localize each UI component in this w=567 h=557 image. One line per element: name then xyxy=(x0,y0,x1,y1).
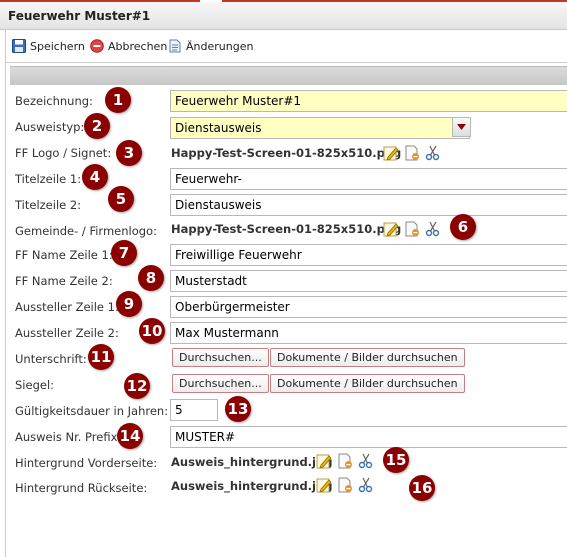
titelzeile2-label: Titelzeile 2: xyxy=(15,198,82,212)
siegel-browse-button[interactable]: Durchsuchen... xyxy=(172,374,269,393)
chevron-down-icon xyxy=(457,124,466,130)
edit-icon[interactable] xyxy=(383,221,399,237)
annotation-badge: 7 xyxy=(111,240,137,266)
document-icon xyxy=(169,39,181,53)
edit-icon[interactable] xyxy=(383,145,399,161)
bg-front-filename: Ausweis_hintergrund.jpg xyxy=(171,455,333,469)
toolbar: Speichern Abbrechen Änderungen xyxy=(5,30,567,62)
annotation-badge: 4 xyxy=(82,164,108,190)
floppy-disk-icon xyxy=(12,39,26,53)
ausweistyp-select[interactable]: Dienstausweis xyxy=(170,117,470,139)
titelzeile1-input[interactable]: Feuerwehr- xyxy=(170,168,567,190)
annotation-badge: 9 xyxy=(116,291,142,317)
edit-icon[interactable] xyxy=(316,477,332,493)
annotation-badge: 10 xyxy=(139,318,165,344)
window-title: Feuerwehr Muster#1 xyxy=(8,9,151,23)
scissors-icon[interactable] xyxy=(358,453,374,469)
unterschrift-browse-button[interactable]: Durchsuchen... xyxy=(172,348,269,367)
prefix-input[interactable]: MUSTER# xyxy=(170,426,567,448)
scissors-icon[interactable] xyxy=(425,145,441,161)
changes-button-label: Änderungen xyxy=(186,39,254,53)
annotation-badge: 14 xyxy=(117,423,143,449)
bg-back-filename: Ausweis_hintergrund.jpg xyxy=(171,479,333,493)
annotation-badge: 6 xyxy=(450,214,476,240)
unterschrift-documents-button[interactable]: Dokumente / Bilder durchsuchen xyxy=(270,348,465,367)
scissors-icon[interactable] xyxy=(358,477,374,493)
ff-logo-label: FF Logo / Signet: xyxy=(15,146,112,160)
unterschrift-label: Unterschrift: xyxy=(15,352,87,366)
annotation-badge: 12 xyxy=(124,373,150,399)
delete-file-icon[interactable] xyxy=(337,453,353,469)
cancel-icon xyxy=(90,39,104,53)
bg-back-label: Hintergrund Rückseite: xyxy=(15,481,148,495)
ff-name2-input[interactable]: Musterstadt xyxy=(170,270,567,292)
aussteller1-input[interactable]: Oberbürgermeister xyxy=(170,296,567,318)
cancel-button-label: Abbrechen xyxy=(108,39,168,53)
form-header-strip xyxy=(10,66,567,85)
annotation-badge: 15 xyxy=(383,447,409,473)
titelzeile2-input[interactable]: Dienstausweis xyxy=(170,194,567,216)
annotation-badge: 11 xyxy=(88,344,114,370)
delete-file-icon[interactable] xyxy=(337,477,353,493)
window-titlebar: Feuerwehr Muster#1 xyxy=(0,2,567,30)
annotation-badge: 16 xyxy=(409,475,435,501)
gueltigkeit-input[interactable]: 5 xyxy=(170,399,218,421)
annotation-badge: 13 xyxy=(225,396,251,422)
delete-file-icon[interactable] xyxy=(404,221,420,237)
ausweistyp-label: Ausweistyp: xyxy=(15,120,85,134)
aussteller1-label: Aussteller Zeile 1: xyxy=(15,300,119,314)
titelzeile1-label: Titelzeile 1: xyxy=(15,172,82,186)
edit-icon[interactable] xyxy=(316,453,332,469)
cancel-button[interactable]: Abbrechen xyxy=(90,38,167,54)
prefix-label: Ausweis Nr. Prefix: xyxy=(15,430,122,444)
delete-file-icon[interactable] xyxy=(404,145,420,161)
gueltigkeit-label: Gültigkeitsdauer in Jahren: xyxy=(15,404,169,418)
siegel-documents-button[interactable]: Dokumente / Bilder durchsuchen xyxy=(270,374,465,393)
annotation-badge: 2 xyxy=(84,113,110,139)
annotation-badge: 5 xyxy=(108,186,134,212)
gemeinde-logo-label: Gemeinde- / Firmenlogo: xyxy=(15,224,157,238)
bezeichnung-input[interactable]: Feuerwehr Muster#1 xyxy=(170,90,567,112)
ausweistyp-dropdown-button[interactable] xyxy=(452,117,471,137)
ff-name1-input[interactable]: Freiwillige Feuerwehr xyxy=(170,244,567,266)
changes-button[interactable]: Änderungen xyxy=(168,38,253,54)
aussteller2-label: Aussteller Zeile 2: xyxy=(15,326,119,340)
scissors-icon[interactable] xyxy=(425,221,441,237)
ff-logo-filename: Happy-Test-Screen-01-825x510.png xyxy=(171,146,402,160)
annotation-badge: 1 xyxy=(105,87,131,113)
annotation-badge: 8 xyxy=(138,265,164,291)
bezeichnung-label: Bezeichnung: xyxy=(15,94,93,108)
gemeinde-logo-filename: Happy-Test-Screen-01-825x510.png xyxy=(171,222,402,236)
annotation-badge: 3 xyxy=(116,140,142,166)
ff-name2-label: FF Name Zeile 2: xyxy=(15,274,113,288)
save-button[interactable]: Speichern xyxy=(12,38,85,54)
siegel-label: Siegel: xyxy=(15,378,55,392)
save-button-label: Speichern xyxy=(30,39,85,53)
ff-name1-label: FF Name Zeile 1: xyxy=(15,248,113,262)
bg-front-label: Hintergrund Vorderseite: xyxy=(15,456,158,470)
aussteller2-input[interactable]: Max Mustermann xyxy=(170,322,567,344)
